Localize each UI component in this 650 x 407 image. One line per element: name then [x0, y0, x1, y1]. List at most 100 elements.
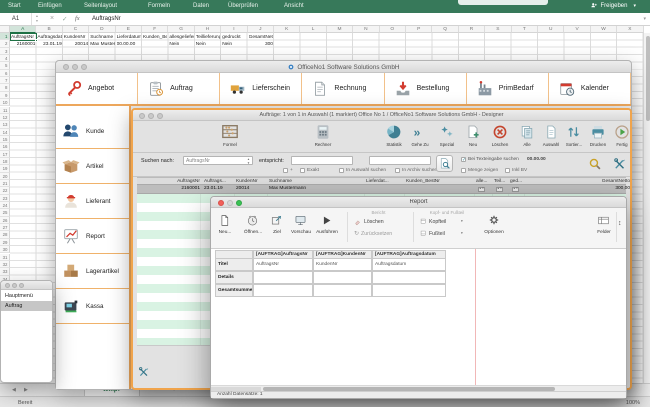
row-header-30[interactable]: 30 — [0, 246, 10, 254]
search-value-input-2[interactable] — [369, 156, 431, 165]
row-header-5[interactable]: 5 — [0, 62, 10, 70]
row-header-4[interactable]: 4 — [0, 55, 10, 63]
zoom-level[interactable]: 100% — [626, 400, 640, 406]
formula-enter-icon[interactable]: ✓ — [62, 15, 67, 23]
row-header-29[interactable]: 29 — [0, 238, 10, 247]
fussteil-dropdown-icon[interactable]: ▾ — [461, 231, 463, 235]
select-all-corner[interactable] — [0, 26, 10, 33]
sheet-cell-data[interactable]: Nein — [169, 41, 193, 48]
report-tool-vorschau[interactable] — [294, 214, 308, 229]
sidebar-item-kunde[interactable]: Kunde — [56, 114, 129, 149]
column-header-U[interactable]: U — [538, 26, 565, 33]
next-sheet-button[interactable]: ▶ — [24, 387, 28, 393]
column-header-J[interactable]: J — [247, 26, 274, 33]
row-header-28[interactable]: 28 — [0, 231, 10, 239]
row-header-2[interactable]: 2 — [0, 40, 10, 48]
toolbar-button-lieferschein[interactable]: Lieferschein — [220, 73, 303, 104]
row-header-12[interactable]: 12 — [0, 113, 10, 122]
name-box[interactable]: A1 — [0, 13, 32, 25]
row-header-11[interactable]: 11 — [0, 106, 10, 114]
page-search-button[interactable] — [436, 155, 453, 172]
row-header-14[interactable]: 14 — [0, 128, 10, 136]
column-header-D[interactable]: D — [89, 26, 116, 33]
kopfteil-button[interactable]: Kopfteil — [420, 218, 446, 225]
sheet-cell-data[interactable]: 20014 — [64, 41, 88, 48]
orders-window-titlebar[interactable]: Aufträge: 1 von 1 in Auswahl (1 markiert… — [133, 110, 630, 121]
report-tool-ziel[interactable] — [270, 214, 284, 229]
orders-tool-alle[interactable] — [519, 124, 535, 142]
row-header-9[interactable]: 9 — [0, 91, 10, 100]
grid-cell[interactable] — [372, 271, 446, 284]
row-header-15[interactable]: 15 — [0, 135, 10, 144]
kopfteil-dropdown-icon[interactable]: ▾ — [461, 219, 463, 223]
sheet-cell-header[interactable]: Suchname — [90, 34, 114, 41]
row-header-25[interactable]: 25 — [0, 209, 10, 217]
sheet-cell-data[interactable]: Nein — [196, 41, 220, 48]
row-stepper[interactable]: ▲▼ — [512, 186, 519, 192]
column-header-M[interactable]: M — [326, 26, 354, 33]
toolbar-button-bestellung[interactable]: Bestellung — [384, 73, 467, 104]
orders-tool-spezial[interactable] — [439, 124, 455, 142]
column-header-B[interactable]: B — [36, 26, 63, 33]
column-header-T[interactable]: T — [511, 26, 538, 33]
grid-cell[interactable] — [313, 284, 372, 297]
orders-tool-formel[interactable] — [218, 123, 242, 143]
sidebar-item-kassa[interactable]: Kassa — [56, 289, 129, 324]
ribbon-tab-überprüfen[interactable]: Überprüfen — [228, 3, 258, 9]
sheet-cell-data[interactable]: Max Muster — [90, 41, 114, 48]
tools-icon[interactable] — [613, 157, 627, 171]
row-header-1[interactable]: 1 — [0, 33, 10, 41]
sidebar-item-lieferant[interactable]: Lieferant — [56, 184, 129, 219]
column-header-H[interactable]: H — [194, 26, 222, 33]
toolbar-button-rechnung[interactable]: Rechnung — [302, 73, 385, 104]
report-tool-öffnen[interactable] — [246, 214, 260, 229]
report-tool-ausführen[interactable] — [320, 214, 334, 229]
menu-item-hauptmenü[interactable]: Hauptmenü — [1, 291, 52, 301]
search-field-dropdown[interactable]: AuftragsNr ▲ ▼ — [183, 156, 253, 165]
magnifier-icon[interactable] — [588, 157, 602, 171]
row-header-16[interactable]: 16 — [0, 143, 10, 151]
sheet-cell-data[interactable]: Nein — [222, 41, 246, 48]
report-tool-neu[interactable] — [218, 214, 232, 229]
row-header-23[interactable]: 23 — [0, 194, 10, 203]
column-header-K[interactable]: K — [274, 26, 301, 33]
toolbar-button-primbedarf[interactable]: PrimBedarf — [466, 73, 549, 104]
sheet-cell-data[interactable]: 23.01.19 — [37, 41, 62, 48]
column-header-V[interactable]: V — [564, 26, 591, 33]
grid-row-label-details[interactable]: Details — [215, 271, 253, 284]
menu-item-auftrag[interactable]: Auftrag — [1, 301, 52, 311]
row-header-10[interactable]: 10 — [0, 99, 10, 107]
checkbox-in-auswahl-suchen[interactable] — [339, 168, 344, 173]
row-header-22[interactable]: 22 — [0, 187, 10, 195]
column-header-N[interactable]: N — [353, 26, 380, 33]
row-header-26[interactable]: 26 — [0, 216, 10, 225]
grid-cell[interactable]: KundenNr — [313, 258, 372, 271]
row-stepper[interactable]: ▲▼ — [496, 186, 503, 192]
column-header-C[interactable]: C — [62, 26, 90, 33]
sheet-cell-header[interactable]: Lieferdatum — [117, 34, 141, 41]
formula-cancel-icon[interactable]: × — [50, 15, 54, 22]
row-header-6[interactable]: 6 — [0, 69, 10, 78]
sheet-cell-header[interactable]: Auftragsdatu — [37, 34, 61, 41]
formula-input[interactable]: AuftragsNr — [92, 16, 121, 22]
insert-function-icon[interactable]: fx — [75, 15, 80, 22]
optionen-button[interactable] — [488, 214, 500, 228]
ribbon-tab-einfügen[interactable]: Einfügen — [38, 3, 62, 9]
orders-tool-statistik[interactable] — [386, 124, 402, 142]
vertical-scrollbar[interactable] — [643, 33, 650, 383]
column-header-Q[interactable]: Q — [432, 26, 459, 33]
bericht-zuruecksetzen-button[interactable]: ↻ Zurücksetzen — [354, 230, 392, 238]
sheet-cell-header[interactable]: gedruckt — [222, 34, 246, 41]
column-header-I[interactable]: I — [221, 26, 248, 33]
bericht-loeschen-button[interactable]: Löschen — [354, 218, 384, 226]
checkbox-text-search[interactable]: ✓ — [461, 157, 466, 163]
row-header-27[interactable]: 27 — [0, 224, 10, 232]
report-window-titlebar[interactable]: Report — [211, 197, 626, 208]
checkbox-+[interactable] — [283, 168, 288, 173]
sidebar-item-artikel[interactable]: Artikel — [56, 149, 129, 184]
row-header-19[interactable]: 19 — [0, 165, 10, 173]
checkbox-inkl-bv[interactable] — [505, 168, 510, 173]
grid-row-label-gesamtsumme[interactable]: Gesamtsumme — [215, 284, 253, 297]
share-button[interactable]: Freigeben ▾ — [590, 2, 636, 10]
sidebar-item-lagerartikel[interactable]: Lagerartikel — [56, 254, 129, 289]
